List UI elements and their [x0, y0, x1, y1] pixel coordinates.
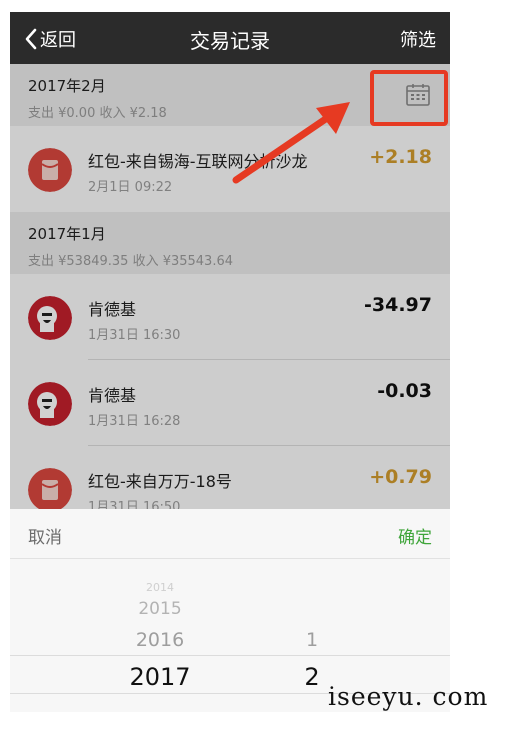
transaction-amount: -34.97 [364, 294, 432, 316]
transaction-amount: -0.03 [377, 380, 432, 402]
month-header: 2017年1月 支出 ¥53849.35 收入 ¥35543.64 [10, 212, 450, 274]
transaction-name: 红包-来自万万-18号 [88, 472, 232, 491]
confirm-button[interactable]: 确定 [398, 523, 432, 548]
transaction-name: 肯德基 [88, 300, 137, 319]
transaction-time: 1月31日 16:28 [88, 414, 181, 429]
kfc-logo-icon [28, 296, 72, 340]
filter-button[interactable]: 筛选 [400, 26, 436, 52]
watermark: iseeyu. com [328, 682, 489, 711]
transaction-row[interactable]: 肯德基 1月31日 16:28 -0.03 [10, 360, 450, 446]
red-packet-icon [28, 468, 72, 512]
transaction-name: 肯德基 [88, 386, 137, 405]
transaction-time: 1月31日 16:30 [88, 328, 181, 343]
selection-line [10, 655, 450, 656]
month-title: 2017年1月 [28, 225, 106, 243]
highlight-box [370, 70, 448, 126]
month-summary: 支出 ¥53849.35 收入 ¥35543.64 [28, 254, 233, 269]
annotation-arrow-icon [232, 102, 350, 184]
page-title: 交易记录 [190, 29, 270, 53]
transaction-row[interactable]: 肯德基 1月31日 16:30 -34.97 [10, 274, 450, 360]
transaction-amount: +0.79 [369, 466, 432, 488]
transaction-time: 2月1日 09:22 [88, 180, 173, 195]
kfc-logo-icon [28, 382, 72, 426]
nav-bar: 返回 交易记录 筛选 [10, 12, 450, 64]
red-packet-icon [28, 148, 72, 192]
picker-toolbar: 取消 确定 [10, 509, 450, 559]
transaction-amount: +2.18 [369, 146, 432, 168]
cancel-button[interactable]: 取消 [28, 523, 62, 548]
